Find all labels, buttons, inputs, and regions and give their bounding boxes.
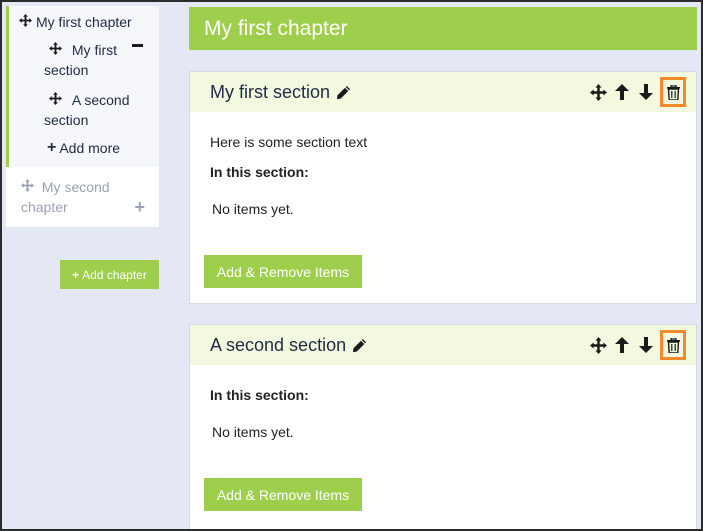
section-header: My first section — [190, 72, 696, 112]
section-header: A second section — [190, 325, 696, 365]
sidebar-chapter-label: My first chapter — [36, 14, 132, 30]
move-icon[interactable] — [49, 92, 66, 108]
section-toolbar — [586, 72, 686, 112]
trash-icon[interactable] — [660, 330, 686, 360]
arrow-up-icon[interactable] — [610, 330, 634, 360]
sidebar-chapter-title-row[interactable]: My second chapter — [21, 177, 121, 217]
in-section-label: In this section: — [210, 164, 309, 180]
add-remove-items-label: Add & Remove Items — [216, 263, 350, 280]
move-icon[interactable] — [586, 330, 610, 360]
pencil-icon[interactable] — [336, 85, 351, 100]
sidebar-chapter-active[interactable]: My first chapter My first section A seco… — [6, 6, 159, 167]
add-remove-items-button[interactable]: Add & Remove Items — [204, 478, 362, 511]
app-frame: My first chapter My first section A seco… — [0, 0, 703, 531]
empty-items-text: No items yet. — [212, 424, 294, 440]
move-icon[interactable] — [586, 77, 610, 107]
in-section-label: In this section: — [210, 387, 309, 403]
empty-items-text: No items yet. — [212, 201, 294, 217]
add-remove-items-label: Add & Remove Items — [216, 486, 350, 503]
add-more-label: Add more — [59, 140, 121, 156]
sidebar-chapter-title-row[interactable]: My first chapter — [19, 14, 159, 30]
section-title[interactable]: A second section — [210, 335, 346, 356]
section-card: My first section Here is some section te… — [189, 71, 697, 304]
section-card: A second section In this section: No ite… — [189, 324, 697, 529]
main-content: My first chapter My first section Here i… — [189, 7, 697, 529]
sidebar-chapter-inactive[interactable]: My second chapter + — [6, 167, 159, 227]
add-chapter-button[interactable]: + Add chapter — [60, 260, 159, 289]
section-text: Here is some section text — [210, 134, 368, 150]
sidebar-section-item[interactable]: A second section — [19, 90, 159, 130]
collapse-minus-icon[interactable] — [132, 44, 143, 47]
section-title[interactable]: My first section — [210, 82, 330, 103]
section-body: In this section: No items yet. — [190, 387, 696, 440]
section-body: Here is some section text In this sectio… — [190, 134, 696, 217]
move-icon[interactable] — [21, 179, 38, 195]
arrow-down-icon[interactable] — [634, 77, 658, 107]
move-icon[interactable] — [49, 42, 66, 58]
move-icon[interactable] — [19, 14, 32, 30]
arrow-up-icon[interactable] — [610, 77, 634, 107]
plus-icon: + — [72, 267, 80, 282]
add-remove-items-button[interactable]: Add & Remove Items — [204, 255, 362, 288]
add-more-link[interactable]: + Add more — [19, 139, 159, 157]
trash-icon[interactable] — [660, 77, 686, 107]
arrow-down-icon[interactable] — [634, 330, 658, 360]
pencil-icon[interactable] — [352, 338, 367, 353]
chapter-header: My first chapter — [189, 7, 697, 50]
expand-plus-icon[interactable]: + — [134, 197, 145, 218]
sidebar: My first chapter My first section A seco… — [6, 6, 159, 227]
section-toolbar — [586, 325, 686, 365]
plus-icon: + — [47, 139, 57, 156]
add-chapter-label: Add chapter — [82, 267, 147, 282]
chapter-title: My first chapter — [204, 16, 348, 40]
